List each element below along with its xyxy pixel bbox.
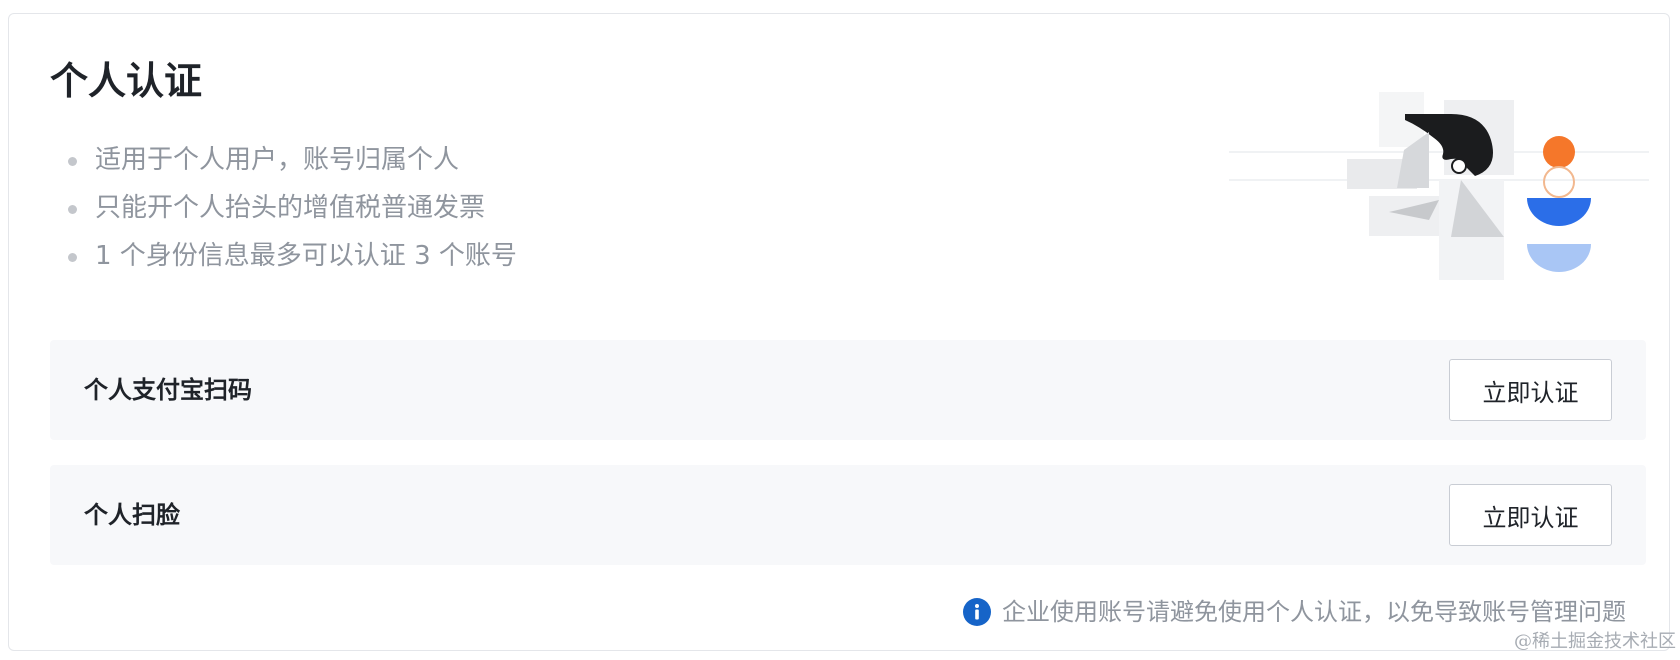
option-label-alipay: 个人支付宝扫码 <box>84 376 252 404</box>
verify-now-button-alipay[interactable]: 立即认证 <box>1449 359 1612 421</box>
orange-dot <box>1543 136 1575 168</box>
personal-verification-card: 个人认证 适用于个人用户，账号归属个人 只能开个人抬头的增值税普通发票 1 个身… <box>8 13 1670 651</box>
bullet-dot <box>68 205 77 214</box>
feature-text: 只能开个人抬头的增值税普通发票 <box>95 193 486 223</box>
feature-text: 适用于个人用户，账号归属个人 <box>95 145 460 175</box>
bullet-dot <box>68 253 77 262</box>
feature-list: 适用于个人用户，账号归属个人 只能开个人抬头的增值税普通发票 1 个身份信息最多… <box>65 139 517 283</box>
notice-text: 企业使用账号请避免使用个人认证，以免导致账号管理问题 <box>1002 598 1626 626</box>
blue-half-circle <box>1527 198 1591 226</box>
option-row-face-scan: 个人扫脸 立即认证 <box>50 465 1646 565</box>
option-label-face-scan: 个人扫脸 <box>84 501 180 529</box>
orange-ring <box>1543 166 1575 198</box>
feature-item: 只能开个人抬头的增值税普通发票 <box>65 187 517 235</box>
feature-text: 1 个身份信息最多可以认证 3 个账号 <box>95 241 517 271</box>
feature-item: 适用于个人用户，账号归属个人 <box>65 139 517 187</box>
notice: 企业使用账号请避免使用个人认证，以免导致账号管理问题 <box>963 593 1626 631</box>
verify-now-button-face-scan[interactable]: 立即认证 <box>1449 484 1612 546</box>
page-title: 个人认证 <box>50 59 203 103</box>
option-row-alipay: 个人支付宝扫码 立即认证 <box>50 340 1646 440</box>
info-circle-icon <box>963 598 991 626</box>
watermark: @稀土掘金技术社区 <box>1514 631 1676 652</box>
feature-item: 1 个身份信息最多可以认证 3 个账号 <box>65 235 517 283</box>
light-blue-half-circle <box>1527 244 1591 272</box>
bullet-dot <box>68 157 77 166</box>
person-illustration <box>1229 92 1649 280</box>
